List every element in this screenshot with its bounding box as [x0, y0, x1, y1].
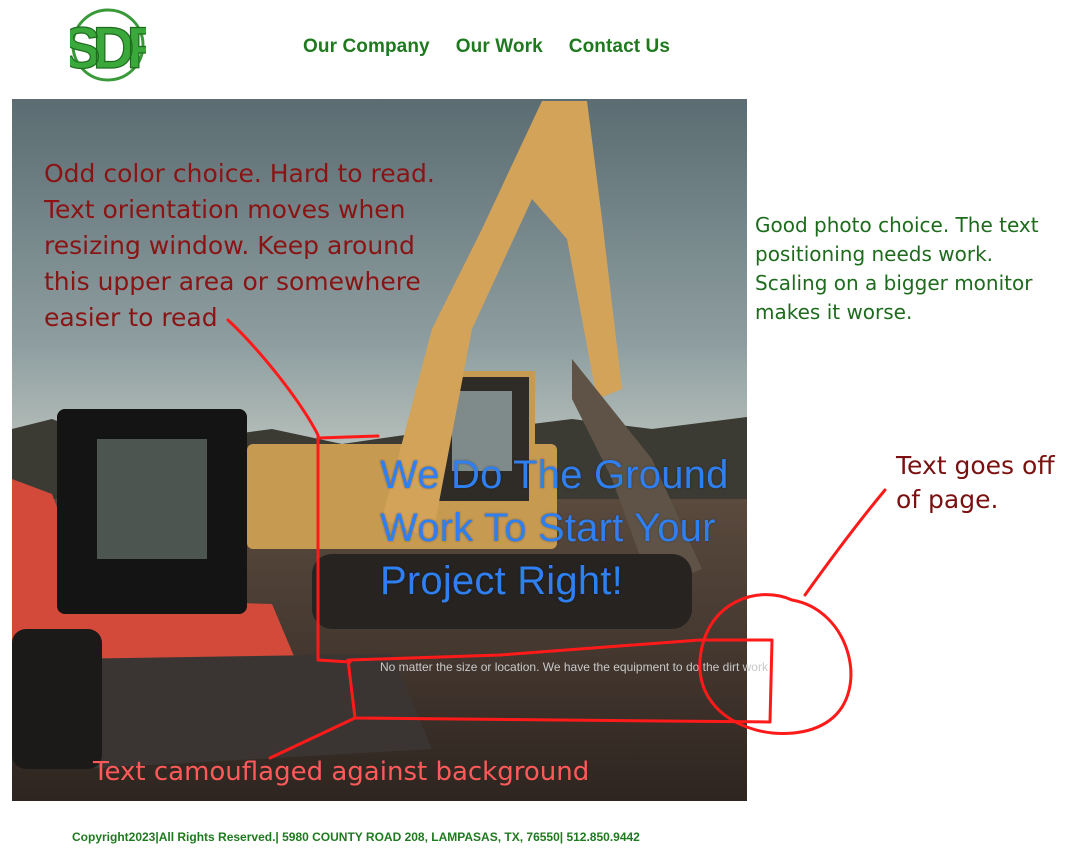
svg-text:SDF: SDF: [70, 16, 146, 81]
nav-contact-us[interactable]: Contact Us: [569, 36, 670, 58]
page-footer: Copyright2023|All Rights Reserved.| 5980…: [72, 830, 640, 844]
annotation-camo-note: Text camouflaged against background: [93, 757, 590, 787]
main-nav: Our Company Our Work Contact Us: [303, 36, 670, 58]
annotation-color-note: Odd color choice. Hard to read. Text ori…: [44, 159, 435, 332]
company-logo[interactable]: SDF: [70, 8, 146, 82]
annotation-offpage-note: Text goes off of page.: [896, 451, 1055, 514]
markup-arrow-to-offpage-note: [803, 488, 887, 597]
nav-our-work[interactable]: Our Work: [456, 36, 543, 58]
logo-emblem-icon: SDF: [70, 8, 146, 82]
hero-headline: We Do The Ground Work To Start Your Proj…: [380, 453, 729, 603]
nav-our-company[interactable]: Our Company: [303, 36, 430, 58]
hero-subtext: No matter the size or location. We have …: [380, 660, 768, 674]
annotation-photo-note: Good photo choice. The text positioning …: [755, 213, 1039, 324]
